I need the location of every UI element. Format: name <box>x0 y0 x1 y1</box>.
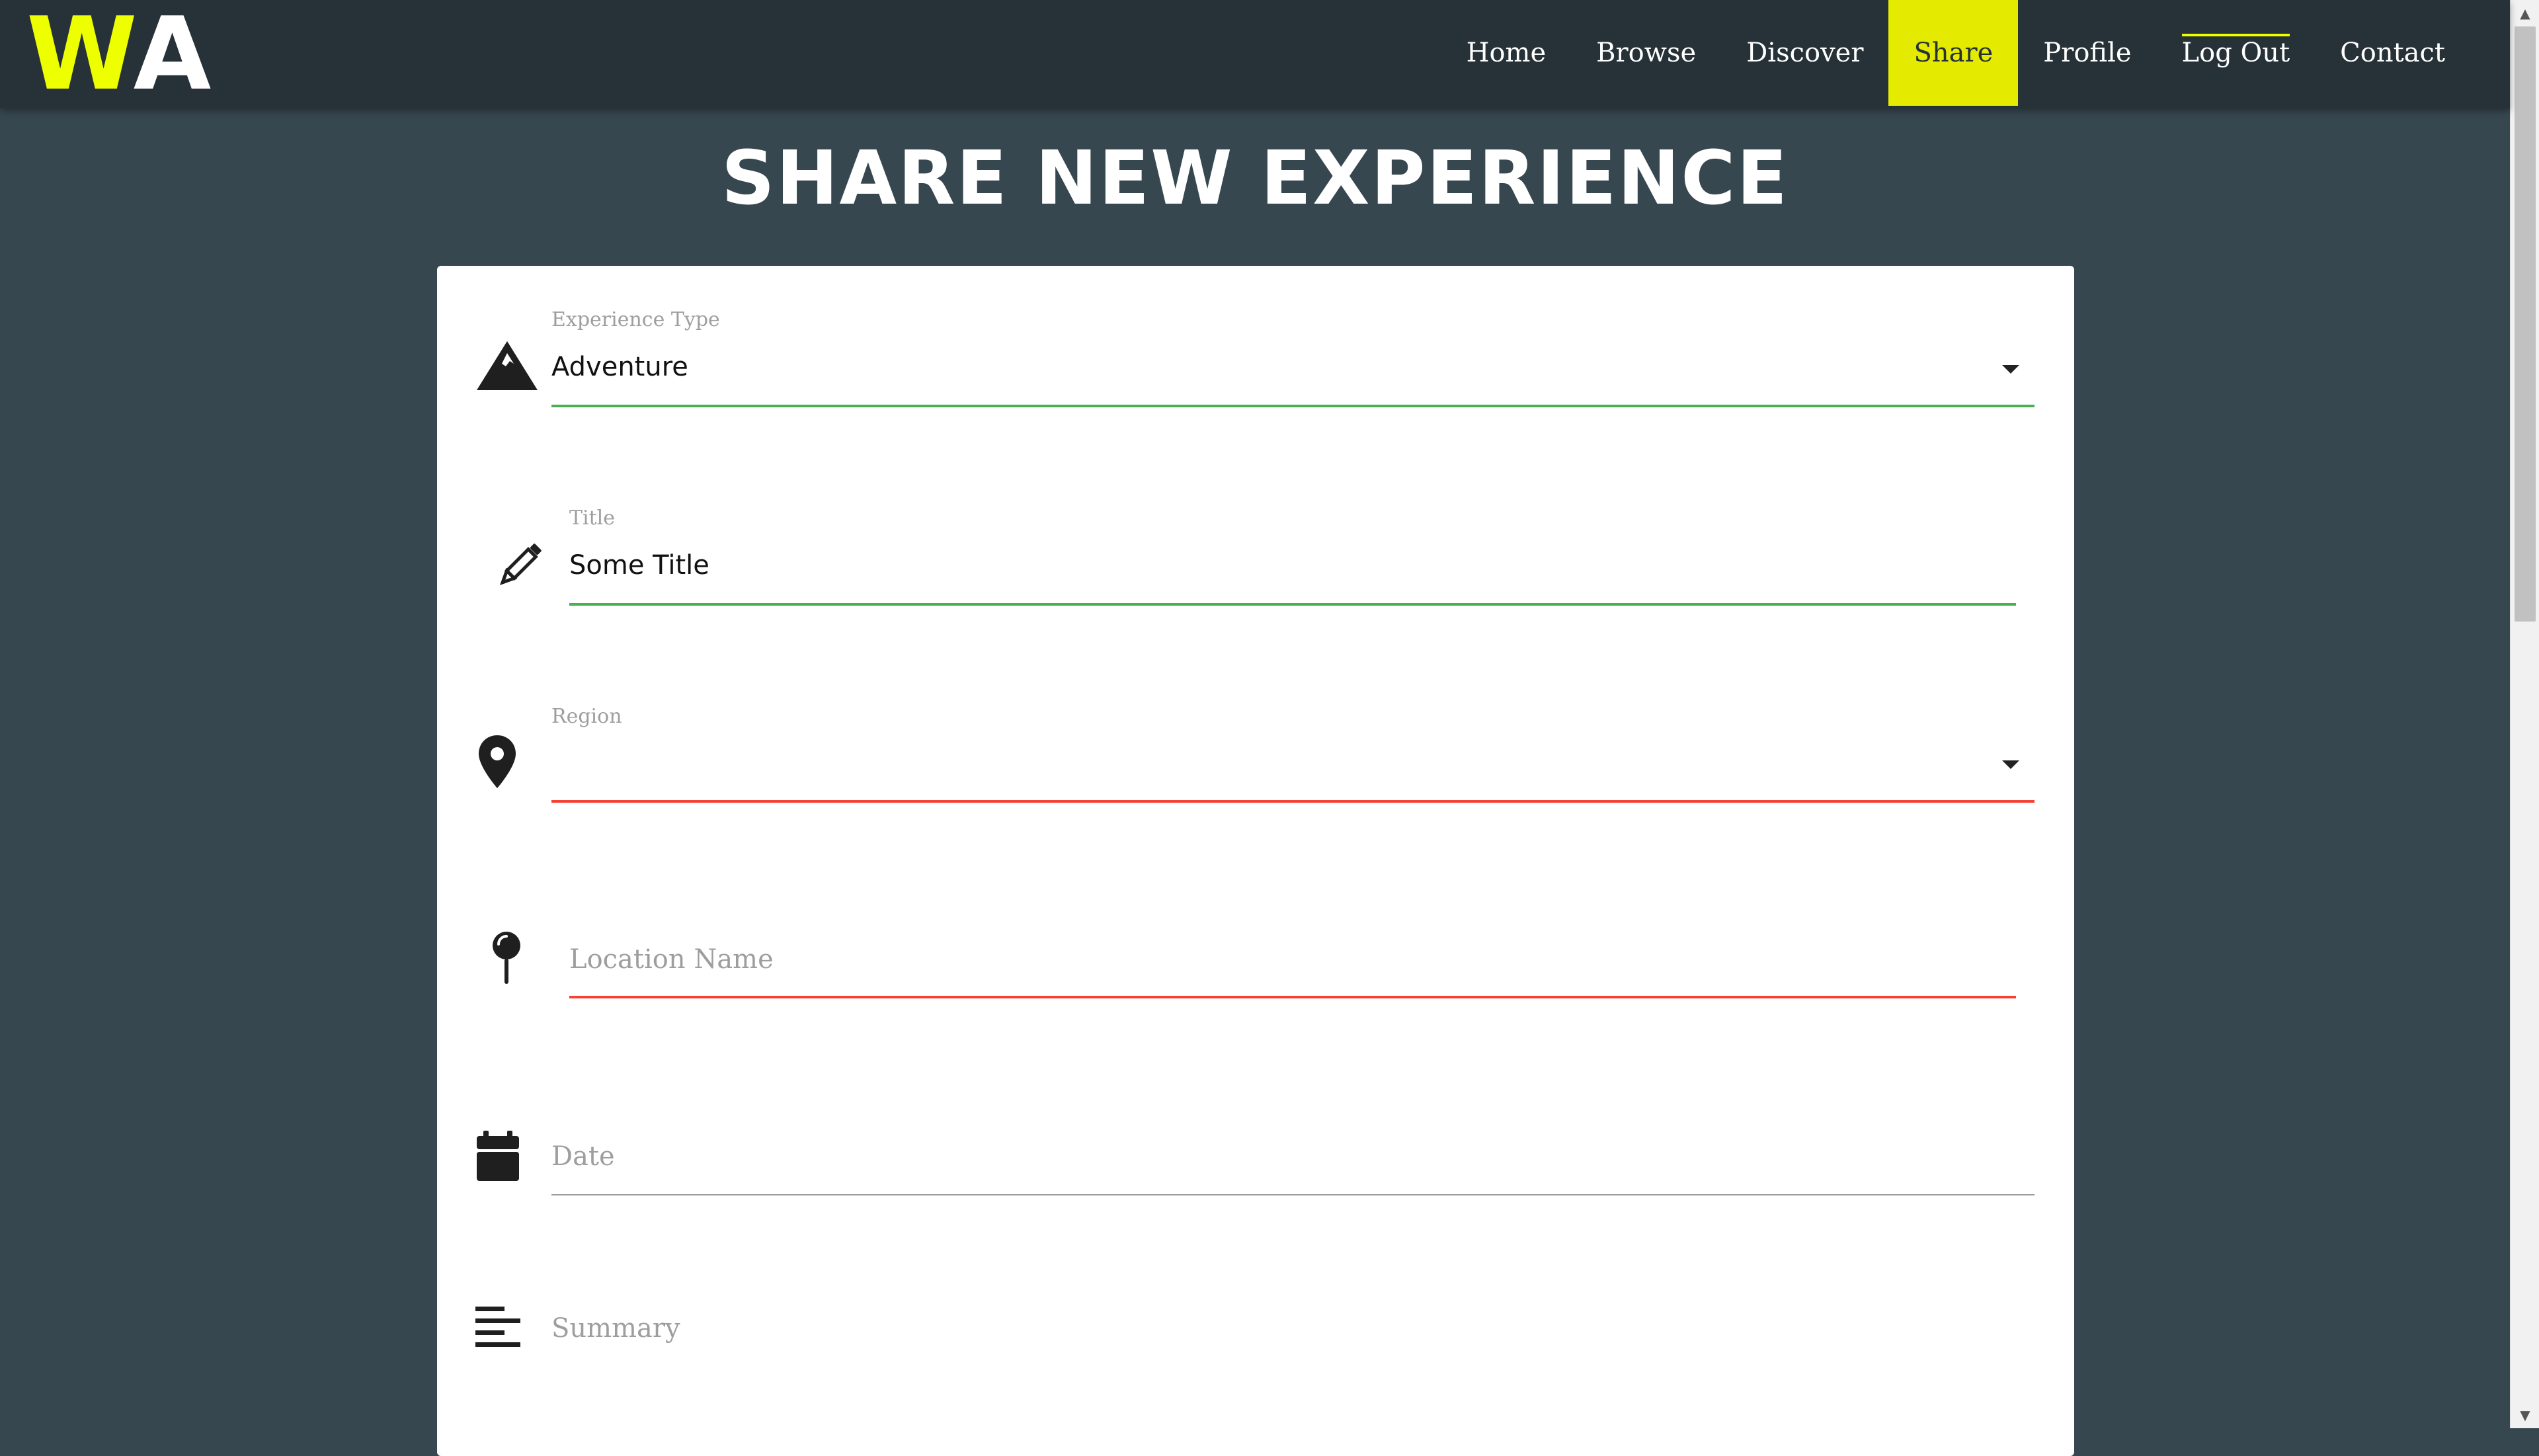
region-underline <box>551 800 2035 803</box>
page-title: SHARE NEW EXPERIENCE <box>721 136 1789 222</box>
summary-field[interactable]: Summary <box>437 1231 2074 1390</box>
summary-input[interactable]: Summary <box>551 1313 680 1344</box>
nav-spacer <box>2470 0 2510 106</box>
nav-profile-label: Profile <box>2043 38 2132 68</box>
nav-profile[interactable]: Profile <box>2018 0 2156 106</box>
title-underline <box>569 603 2016 606</box>
nav-home-label: Home <box>1466 38 1547 68</box>
nav-logout[interactable]: Log Out <box>2157 0 2316 106</box>
scroll-thumb[interactable] <box>2515 26 2536 622</box>
text-align-left-icon <box>474 1304 522 1352</box>
nav-discover-label: Discover <box>1746 38 1864 68</box>
location-name-input[interactable]: Location Name <box>569 944 774 975</box>
region-dropdown-arrow-icon[interactable] <box>2002 760 2019 769</box>
date-underline <box>551 1194 2035 1195</box>
pencil-icon <box>494 538 547 591</box>
title-field[interactable]: Title Some Title <box>437 464 2074 623</box>
date-field[interactable]: Date <box>437 1055 2074 1214</box>
experience-type-value[interactable]: Adventure <box>551 352 688 382</box>
nav-home[interactable]: Home <box>1441 0 1572 106</box>
region-field[interactable]: Region <box>437 661 2074 820</box>
location-name-field[interactable]: Location Name <box>437 858 2074 1017</box>
logo-letter-w: W <box>26 0 138 112</box>
title-input[interactable]: Some Title <box>569 550 709 581</box>
page-scrollbar[interactable]: ▲ ▼ <box>2510 0 2539 1428</box>
logo-letter-a: A <box>133 0 212 112</box>
experience-type-label: Experience Type <box>551 308 720 331</box>
region-label: Region <box>551 705 622 728</box>
share-experience-form: Experience Type Adventure Title Some Tit… <box>437 266 2074 1456</box>
nav-contact[interactable]: Contact <box>2315 0 2470 106</box>
nav-browse[interactable]: Browse <box>1571 0 1721 106</box>
nav-discover[interactable]: Discover <box>1721 0 1888 106</box>
navbar: WA Home Browse Discover Share Profile Lo… <box>0 0 2510 108</box>
nav-contact-label: Contact <box>2340 38 2445 68</box>
location-name-underline <box>569 996 2016 998</box>
nav-share[interactable]: Share <box>1888 0 2019 106</box>
scroll-down-arrow-icon[interactable]: ▼ <box>2511 1402 2539 1428</box>
calendar-icon <box>474 1129 522 1182</box>
pushpin-icon <box>490 931 523 985</box>
experience-type-field[interactable]: Experience Type Adventure <box>437 266 2074 425</box>
scroll-up-arrow-icon[interactable]: ▲ <box>2511 0 2539 26</box>
logo[interactable]: WA <box>26 0 212 112</box>
nav-logout-label: Log Out <box>2181 34 2290 68</box>
experience-type-underline <box>551 405 2035 407</box>
main-nav: Home Browse Discover Share Profile Log O… <box>1441 0 2510 106</box>
nav-share-label: Share <box>1914 38 1994 68</box>
date-input[interactable]: Date <box>551 1141 615 1172</box>
title-label: Title <box>569 506 616 530</box>
experience-type-dropdown-arrow-icon[interactable] <box>2002 365 2019 374</box>
mountain-icon <box>475 339 539 391</box>
nav-browse-label: Browse <box>1596 38 1697 68</box>
map-marker-icon <box>474 734 520 789</box>
